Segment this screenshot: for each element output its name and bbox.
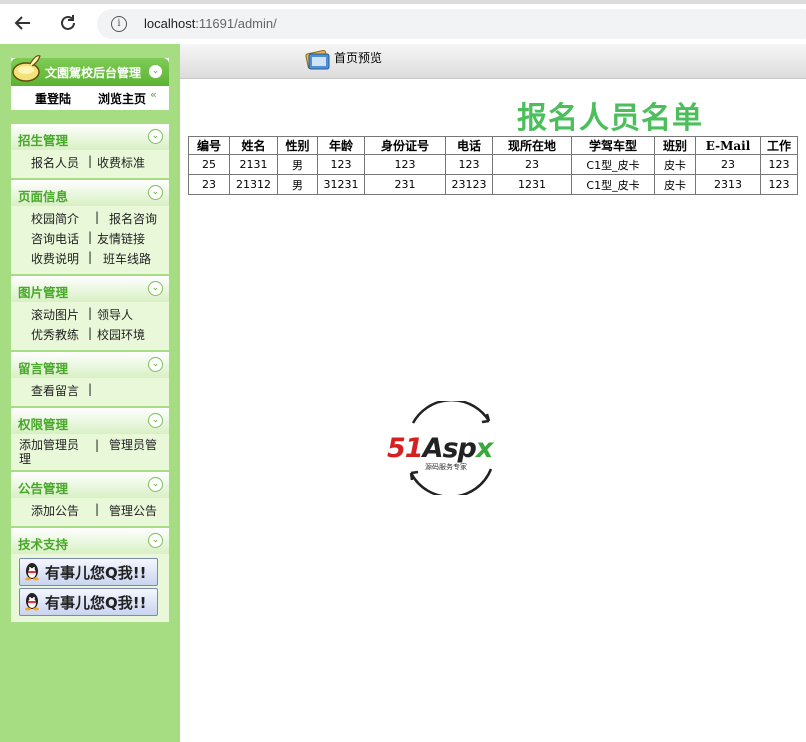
- relogin-link[interactable]: 重登陆: [35, 90, 71, 107]
- table-cell: 23: [695, 154, 761, 175]
- table-cell: 123: [760, 174, 798, 195]
- section-title: 留言管理: [18, 361, 69, 376]
- column-header: 现所在地: [492, 136, 572, 155]
- column-header: 学驾车型: [571, 136, 655, 155]
- table-cell: 皮卡: [654, 174, 696, 195]
- section-permissions: 权限管理 ⌄ 添加管理员 | 管理员管理: [11, 408, 169, 470]
- table-cell: 25: [188, 154, 230, 175]
- section-tech-support: 技术支持 ⌄ 有事儿您Q我!! 有事儿您Q我!!: [11, 528, 169, 622]
- site-info-icon[interactable]: i: [111, 16, 127, 32]
- column-header: 工作: [760, 136, 798, 155]
- watermark-logo: 51Aspx 源码服务专家: [387, 401, 496, 495]
- back-arrow-icon[interactable]: [12, 12, 34, 34]
- section-page-info: 页面信息 ⌄ 校园简介 | 报名咨询 咨询电话 | 友情链接 收费说明 | 班车线路: [11, 180, 169, 274]
- column-header: E-Mail: [695, 136, 761, 155]
- link-shuttle-routes[interactable]: 班车线路: [103, 250, 151, 267]
- section-title: 页面信息: [18, 189, 69, 204]
- column-header: 电话: [445, 136, 493, 155]
- table-cell: C1型_皮卡: [571, 174, 655, 195]
- top-toolbar: 首页预览: [180, 44, 806, 79]
- url-text: localhost:11691/admin/: [144, 16, 277, 31]
- table-cell: 男: [277, 154, 318, 175]
- link-manage-admins[interactable]: 管理员管理: [19, 438, 161, 466]
- link-fee-notes[interactable]: 收费说明: [31, 250, 79, 267]
- section-enrollment: 招生管理 ⌄ 报名人员 | 收费标准: [11, 124, 169, 178]
- home-preview-link[interactable]: 首页预览: [334, 49, 382, 66]
- qq-penguin-icon: [25, 563, 39, 581]
- table-cell: 123: [317, 154, 365, 175]
- table-row: 25 2131 男 123 123 123 23 C1型_皮卡 皮卡 23 12…: [188, 154, 798, 175]
- section-title: 招生管理: [18, 133, 69, 148]
- table-cell: 231: [364, 174, 446, 195]
- app-title: 文園駕校后台管理: [45, 66, 142, 80]
- watermark-tagline: 源码服务专家: [425, 462, 467, 471]
- chevron-down-icon[interactable]: ⌄: [148, 357, 163, 372]
- link-scroll-images[interactable]: 滚动图片: [31, 306, 79, 323]
- chevron-down-icon[interactable]: ⌄: [148, 129, 163, 144]
- link-enrollees[interactable]: 报名人员: [31, 154, 79, 171]
- table-cell: 123: [760, 154, 798, 175]
- chevron-down-icon[interactable]: ⌄: [148, 413, 163, 428]
- browse-home-link[interactable]: 浏览主页: [98, 90, 146, 107]
- link-campus-intro[interactable]: 校园简介: [31, 210, 79, 227]
- column-header: 身份证号: [364, 136, 446, 155]
- link-view-messages[interactable]: 查看留言: [31, 382, 79, 399]
- link-fee-standard[interactable]: 收费标准: [97, 154, 145, 171]
- link-add-announcement[interactable]: 添加公告: [31, 502, 79, 519]
- section-title: 图片管理: [18, 285, 69, 300]
- table-cell: 31231: [317, 174, 365, 195]
- link-campus-env[interactable]: 校园环境: [97, 326, 145, 343]
- collapse-icon[interactable]: «: [150, 88, 157, 101]
- table-row: 23 21312 男 31231 231 23123 1231 C1型_皮卡 皮…: [188, 174, 798, 195]
- link-coaches[interactable]: 优秀教练: [31, 326, 79, 343]
- column-header: 班别: [654, 136, 696, 155]
- link-friend-links[interactable]: 友情链接: [97, 230, 145, 247]
- column-header: 年龄: [317, 136, 365, 155]
- qq-penguin-icon: [25, 593, 39, 611]
- chevron-down-icon[interactable]: ⌄: [148, 64, 163, 79]
- table-cell: 皮卡: [654, 154, 696, 175]
- link-manage-announcements[interactable]: 管理公告: [109, 502, 157, 519]
- column-header: 编号: [188, 136, 230, 155]
- preview-icon[interactable]: [304, 48, 332, 72]
- table-cell: 23123: [445, 174, 493, 195]
- chevron-down-icon[interactable]: ⌄: [148, 281, 163, 296]
- table-cell: 23: [188, 174, 230, 195]
- qq-contact-button[interactable]: 有事儿您Q我!!: [19, 588, 158, 616]
- table-header-row: 编号 姓名 性别 年龄 身份证号 电话 现所在地 学驾车型 班别 E-Mail …: [188, 136, 798, 155]
- table-cell: 123: [364, 154, 446, 175]
- address-bar[interactable]: i localhost:11691/admin/: [97, 9, 806, 39]
- table-cell: 2313: [695, 174, 761, 195]
- column-header: 姓名: [229, 136, 278, 155]
- table-cell: 23: [492, 154, 572, 175]
- chevron-down-icon[interactable]: ⌄: [148, 533, 163, 548]
- reload-icon[interactable]: [57, 12, 79, 34]
- table-cell: 1231: [492, 174, 572, 195]
- sidebar-header: 文園駕校后台管理 ⌄ 重登陆 浏览主页 «: [11, 55, 169, 110]
- table-cell: C1型_皮卡: [571, 154, 655, 175]
- sidebar: 文園駕校后台管理 ⌄ 重登陆 浏览主页 « 招生管理 ⌄ 报名人员 | 收费标准 页面…: [0, 44, 180, 742]
- section-title: 权限管理: [18, 417, 69, 432]
- link-consult-phone[interactable]: 咨询电话: [31, 230, 79, 247]
- table-cell: 123: [445, 154, 493, 175]
- chevron-down-icon[interactable]: ⌄: [148, 185, 163, 200]
- table-cell: 21312: [229, 174, 278, 195]
- watermark-brand-text: 51Aspx: [387, 433, 495, 464]
- enrollee-table: 编号 姓名 性别 年龄 身份证号 电话 现所在地 学驾车型 班别 E-Mail …: [188, 136, 798, 195]
- section-images: 图片管理 ⌄ 滚动图片 | 领导人 优秀教练 | 校园环境: [11, 276, 169, 350]
- table-cell: 2131: [229, 154, 278, 175]
- link-enroll-consult[interactable]: 报名咨询: [109, 210, 157, 227]
- qq-contact-button[interactable]: 有事儿您Q我!!: [19, 558, 158, 586]
- link-leaders[interactable]: 领导人: [97, 306, 133, 323]
- section-title: 技术支持: [18, 537, 69, 552]
- logo-icon: [12, 55, 41, 82]
- section-announcements: 公告管理 ⌄ 添加公告 | 管理公告: [11, 472, 169, 526]
- browser-toolbar: i localhost:11691/admin/: [0, 0, 806, 44]
- page-title: 报名人员名单: [517, 101, 703, 136]
- column-header: 性别: [277, 136, 318, 155]
- table-cell: 男: [277, 174, 318, 195]
- chevron-down-icon[interactable]: ⌄: [148, 477, 163, 492]
- section-title: 公告管理: [18, 481, 69, 496]
- section-messages: 留言管理 ⌄ 查看留言 |: [11, 352, 169, 406]
